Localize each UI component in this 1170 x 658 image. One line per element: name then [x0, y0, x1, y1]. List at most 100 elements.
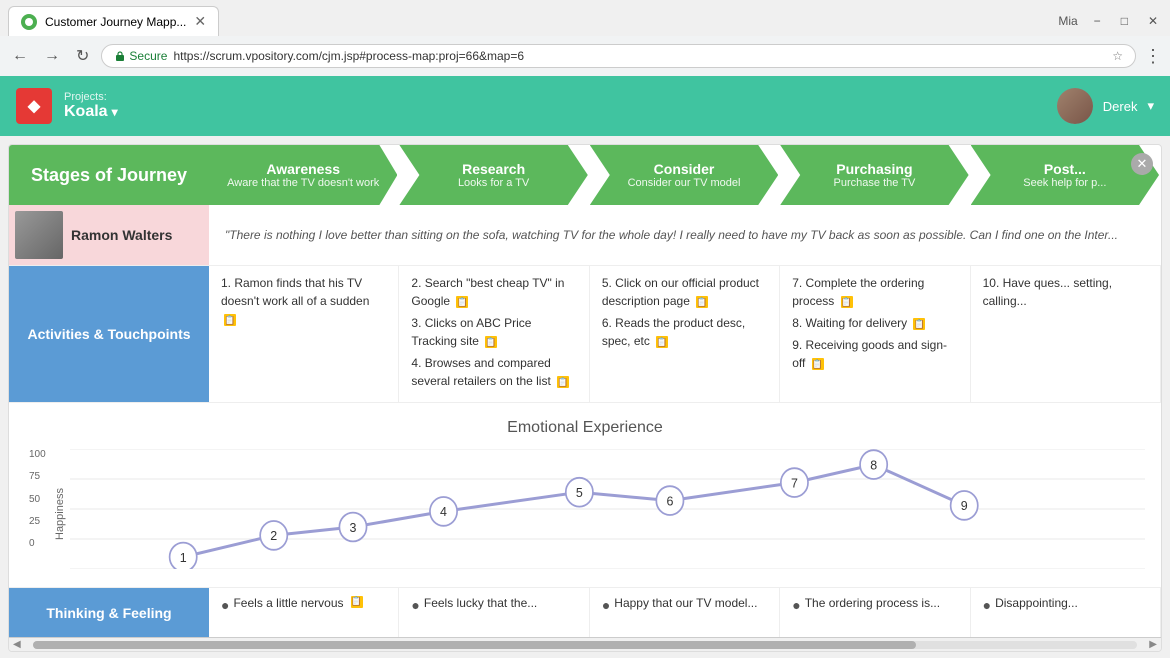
- svg-text:7: 7: [791, 475, 798, 490]
- stages-row: Stages of Journey Awareness Aware that t…: [9, 145, 1161, 205]
- note-icon[interactable]: 📋: [557, 376, 569, 388]
- avatar: [1057, 88, 1093, 124]
- activity-item: 5. Click on our official product descrip…: [602, 274, 767, 310]
- activity-item: 10. Have ques... setting, calling...: [983, 274, 1148, 310]
- stage-purchasing[interactable]: Purchasing Purchase the TV: [780, 145, 968, 205]
- note-icon[interactable]: 📋: [224, 314, 236, 326]
- horizontal-scrollbar[interactable]: ◀ ▶: [9, 637, 1161, 651]
- forward-btn[interactable]: →: [40, 43, 64, 69]
- thinking-cell-1: ● Feels lucky that the...: [399, 588, 589, 637]
- activity-item: 1. Ramon finds that his TV doesn't work …: [221, 274, 386, 328]
- user-dropdown-icon: ▾: [1147, 98, 1154, 114]
- bullet-icon: ●: [792, 597, 800, 613]
- note-icon[interactable]: 📋: [696, 296, 708, 308]
- note-icon[interactable]: 📋: [456, 296, 468, 308]
- activities-row: Activities & Touchpoints 1. Ramon finds …: [9, 266, 1161, 403]
- stage-research-title: Research: [462, 161, 525, 177]
- user-indicator: Mia: [1058, 14, 1077, 28]
- thinking-cell-3: ● The ordering process is...: [780, 588, 970, 637]
- browser-tab[interactable]: Customer Journey Mapp... ✕: [8, 6, 219, 36]
- persona-row: Ramon Walters "There is nothing I love b…: [9, 205, 1161, 266]
- nav-bar: ← → ↻ Secure https://scrum.vpository.com…: [0, 36, 1170, 76]
- bullet-icon: ●: [411, 597, 419, 613]
- app-project: Projects: Koala ▾: [64, 91, 118, 121]
- bookmark-icon[interactable]: ☆: [1112, 49, 1123, 63]
- close-btn[interactable]: ✕: [1144, 12, 1162, 30]
- y-tick-100: 100: [29, 449, 46, 460]
- scroll-thumb[interactable]: [33, 641, 917, 649]
- y-label: Happiness: [54, 449, 66, 579]
- activity-cell-0: 1. Ramon finds that his TV doesn't work …: [209, 266, 399, 402]
- stage-awareness-title: Awareness: [266, 161, 340, 177]
- address-bar[interactable]: Secure https://scrum.vpository.com/cjm.j…: [101, 44, 1136, 68]
- activity-cell-4: 10. Have ques... setting, calling...: [971, 266, 1161, 402]
- activity-item: 6. Reads the product desc, spec, etc 📋: [602, 314, 767, 350]
- thinking-cell-4: ● Disappointing...: [971, 588, 1161, 637]
- activity-item: 9. Receiving goods and sign-off 📋: [792, 336, 957, 372]
- stages-label: Stages of Journey: [9, 145, 209, 205]
- stage-post[interactable]: Post... Seek help for p...: [971, 145, 1159, 205]
- activity-cells: 1. Ramon finds that his TV doesn't work …: [209, 266, 1161, 402]
- tab-close-btn[interactable]: ✕: [194, 13, 206, 30]
- thinking-cell-0: ● Feels a little nervous 📋: [209, 588, 399, 637]
- refresh-btn[interactable]: ↻: [72, 42, 93, 70]
- activities-label: Activities & Touchpoints: [9, 266, 209, 402]
- chart-container: 100 75 50 25 0 Happiness: [25, 449, 1145, 579]
- svg-text:5: 5: [576, 485, 583, 500]
- note-icon[interactable]: 📋: [485, 336, 497, 348]
- stage-post-title: Post...: [1044, 161, 1086, 177]
- persona-photo: [15, 211, 63, 259]
- bullet-icon: ●: [221, 597, 229, 613]
- note-icon[interactable]: 📋: [841, 296, 853, 308]
- stage-purchasing-sub: Purchase the TV: [834, 177, 916, 189]
- svg-text:9: 9: [960, 498, 967, 513]
- favicon: [21, 14, 37, 30]
- emotional-chart: 1 2 3 4 5 6 7 8: [70, 449, 1145, 569]
- dropdown-icon: ▾: [112, 105, 118, 119]
- main-content: ✕ Stages of Journey Awareness Aware that…: [8, 144, 1162, 652]
- persona-label: Ramon Walters: [9, 205, 209, 265]
- note-icon[interactable]: 📋: [656, 336, 668, 348]
- url-display: https://scrum.vpository.com/cjm.jsp#proc…: [173, 49, 1106, 63]
- scroll-left-btn[interactable]: ◀: [9, 639, 25, 650]
- close-panel-btn[interactable]: ✕: [1131, 153, 1153, 175]
- activity-cell-2: 5. Click on our official product descrip…: [590, 266, 780, 402]
- thinking-row: Thinking & Feeling ● Feels a little nerv…: [9, 587, 1161, 637]
- stage-research-sub: Looks for a TV: [458, 177, 529, 189]
- chart-area: 1 2 3 4 5 6 7 8: [70, 449, 1145, 579]
- user-name[interactable]: Derek: [1103, 99, 1138, 114]
- stage-consider[interactable]: Consider Consider our TV model: [590, 145, 778, 205]
- scroll-right-btn[interactable]: ▶: [1145, 639, 1161, 650]
- activity-item: 7. Complete the ordering process 📋: [792, 274, 957, 310]
- activity-cell-1: 2. Search "best cheap TV" in Google 📋 3.…: [399, 266, 589, 402]
- persona-quote: "There is nothing I love better than sit…: [209, 205, 1161, 265]
- scroll-track[interactable]: [33, 641, 1138, 649]
- thinking-label: Thinking & Feeling: [9, 588, 209, 637]
- persona-name: Ramon Walters: [71, 227, 172, 243]
- thinking-cell-2: ● Happy that our TV model...: [590, 588, 780, 637]
- activity-item: 2. Search "best cheap TV" in Google 📋: [411, 274, 576, 310]
- app-logo: ◆: [16, 88, 52, 124]
- journey-table: Stages of Journey Awareness Aware that t…: [9, 145, 1161, 637]
- projects-label: Projects:: [64, 91, 118, 103]
- note-icon[interactable]: 📋: [812, 358, 824, 370]
- stage-consider-sub: Consider our TV model: [628, 177, 741, 189]
- minimize-btn[interactable]: −: [1090, 12, 1105, 30]
- menu-icon[interactable]: ⋮: [1144, 46, 1162, 67]
- stages-cells: Awareness Aware that the TV doesn't work…: [209, 145, 1161, 205]
- thinking-cells: ● Feels a little nervous 📋 ● Feels lucky…: [209, 588, 1161, 637]
- note-icon[interactable]: 📋: [913, 318, 925, 330]
- activity-cell-3: 7. Complete the ordering process 📋 8. Wa…: [780, 266, 970, 402]
- stage-research[interactable]: Research Looks for a TV: [399, 145, 587, 205]
- note-icon[interactable]: 📋: [351, 596, 363, 608]
- activity-item: 8. Waiting for delivery 📋: [792, 314, 957, 332]
- maximize-btn[interactable]: □: [1117, 12, 1132, 30]
- bullet-icon: ●: [983, 597, 991, 613]
- app-header: ◆ Projects: Koala ▾ Derek ▾: [0, 76, 1170, 136]
- svg-text:2: 2: [270, 528, 277, 543]
- project-name[interactable]: Koala ▾: [64, 103, 118, 121]
- emotional-title: Emotional Experience: [25, 419, 1145, 437]
- svg-text:6: 6: [666, 493, 673, 508]
- back-btn[interactable]: ←: [8, 43, 32, 69]
- stage-awareness[interactable]: Awareness Aware that the TV doesn't work: [209, 145, 397, 205]
